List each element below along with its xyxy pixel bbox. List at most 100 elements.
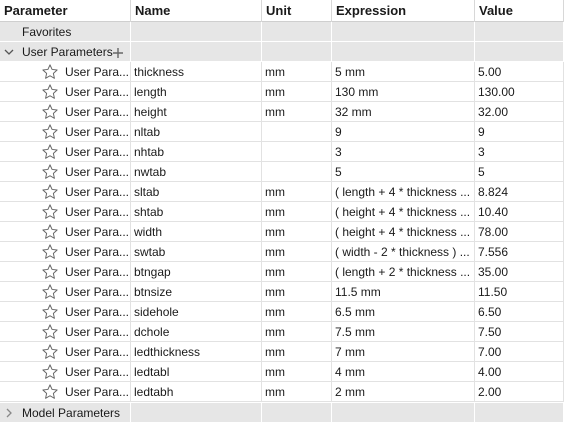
column-header-expression[interactable]: Expression [332, 0, 475, 22]
table-row[interactable]: User Para... length mm 130 mm 130.00 [0, 82, 564, 102]
table-header: Parameter Name Unit Expression Value [0, 0, 564, 22]
parameter-name[interactable]: btngap [131, 262, 262, 282]
parameter-unit[interactable]: mm [262, 362, 332, 382]
parameter-expression[interactable]: 3 [332, 142, 475, 162]
table-row[interactable]: User Para... nhtab 3 3 [0, 142, 564, 162]
parameter-expression[interactable]: 7 mm [332, 342, 475, 362]
table-row[interactable]: User Para... sidehole mm 6.5 mm 6.50 [0, 302, 564, 322]
parameter-unit[interactable]: mm [262, 182, 332, 202]
parameter-expression[interactable]: ( width - 2 * thickness ) ... [332, 242, 475, 262]
star-outline-icon[interactable] [41, 203, 59, 221]
column-header-parameter[interactable]: Parameter [0, 0, 131, 22]
table-row[interactable]: User Para... ledthickness mm 7 mm 7.00 [0, 342, 564, 362]
parameter-unit[interactable]: mm [262, 102, 332, 122]
parameter-unit[interactable] [262, 122, 332, 142]
star-outline-icon[interactable] [41, 83, 59, 101]
parameter-expression[interactable]: ( length + 2 * thickness ... [332, 262, 475, 282]
parameter-expression[interactable]: 2 mm [332, 382, 475, 402]
parameter-name[interactable]: width [131, 222, 262, 242]
model-parameters-label: Model Parameters [22, 406, 121, 420]
plus-icon[interactable] [112, 45, 124, 62]
star-outline-icon[interactable] [41, 63, 59, 81]
parameter-unit[interactable]: mm [262, 282, 332, 302]
parameter-expression[interactable]: 5 [332, 162, 475, 182]
table-row[interactable]: User Para... swtab mm( width - 2 * thickne… [0, 242, 564, 262]
parameter-type: User Para... [65, 385, 130, 399]
table-row[interactable]: User Para... nwtab 5 5 [0, 162, 564, 182]
table-row[interactable]: User Para... width mm( height + 4 * thickn… [0, 222, 564, 242]
favorites-group-row[interactable]: Favorites [0, 22, 564, 42]
star-outline-icon[interactable] [41, 283, 59, 301]
parameter-unit[interactable]: mm [262, 82, 332, 102]
parameter-name[interactable]: height [131, 102, 262, 122]
parameter-unit[interactable] [262, 142, 332, 162]
parameter-expression[interactable]: 4 mm [332, 362, 475, 382]
parameter-expression[interactable]: 32 mm [332, 102, 475, 122]
parameter-name[interactable]: nhtab [131, 142, 262, 162]
parameter-unit[interactable]: mm [262, 302, 332, 322]
parameter-expression[interactable]: 7.5 mm [332, 322, 475, 342]
parameter-value: 5 [475, 162, 564, 182]
column-header-value[interactable]: Value [475, 0, 564, 22]
star-outline-icon[interactable] [41, 323, 59, 341]
parameter-unit[interactable]: mm [262, 242, 332, 262]
parameter-name[interactable]: btnsize [131, 282, 262, 302]
parameter-unit[interactable]: mm [262, 322, 332, 342]
parameter-expression[interactable]: 6.5 mm [332, 302, 475, 322]
star-outline-icon[interactable] [41, 363, 59, 381]
parameter-name[interactable]: sltab [131, 182, 262, 202]
star-outline-icon[interactable] [41, 303, 59, 321]
parameter-unit[interactable]: mm [262, 342, 332, 362]
parameter-expression[interactable]: 9 [332, 122, 475, 142]
star-outline-icon[interactable] [41, 163, 59, 181]
column-header-name[interactable]: Name [131, 0, 262, 22]
star-outline-icon[interactable] [41, 383, 59, 401]
table-row[interactable]: User Para... nltab 9 9 [0, 122, 564, 142]
parameter-unit[interactable]: mm [262, 382, 332, 402]
star-outline-icon[interactable] [41, 103, 59, 121]
table-row[interactable]: User Para... height mm 32 mm 32.00 [0, 102, 564, 122]
parameter-expression[interactable]: 130 mm [332, 82, 475, 102]
table-row[interactable]: User Para... shtab mm( height + 4 * thickn… [0, 202, 564, 222]
star-outline-icon[interactable] [41, 263, 59, 281]
parameter-unit[interactable]: mm [262, 62, 332, 82]
table-row[interactable]: User Para... dchole mm 7.5 mm 7.50 [0, 322, 564, 342]
table-row[interactable]: User Para... btngap mm( length + 2 * thick… [0, 262, 564, 282]
parameter-unit[interactable] [262, 162, 332, 182]
parameter-unit[interactable]: mm [262, 202, 332, 222]
table-row[interactable]: User Para... sltab mm( length + 4 * thickn… [0, 182, 564, 202]
model-parameters-group-row[interactable]: Model Parameters [0, 403, 564, 423]
parameter-name[interactable]: shtab [131, 202, 262, 222]
parameter-name[interactable]: swtab [131, 242, 262, 262]
star-outline-icon[interactable] [41, 343, 59, 361]
parameter-expression[interactable]: 11.5 mm [332, 282, 475, 302]
parameter-name[interactable]: sidehole [131, 302, 262, 322]
user-parameters-group-row[interactable]: User Parameters [0, 42, 564, 62]
parameter-name[interactable]: length [131, 82, 262, 102]
parameter-expression[interactable]: ( height + 4 * thickness ... [332, 202, 475, 222]
table-row[interactable]: User Para... ledtabh mm 2 mm 2.00 [0, 382, 564, 402]
parameter-unit[interactable]: mm [262, 222, 332, 242]
table-row[interactable]: User Para... btnsize mm 11.5 mm 11.50 [0, 282, 564, 302]
star-outline-icon[interactable] [41, 123, 59, 141]
parameter-expression[interactable]: ( length + 4 * thickness ... [332, 182, 475, 202]
parameter-name[interactable]: dchole [131, 322, 262, 342]
parameter-expression[interactable]: ( height + 4 * thickness ... [332, 222, 475, 242]
star-outline-icon[interactable] [41, 243, 59, 261]
parameter-name[interactable]: ledtabh [131, 382, 262, 402]
parameter-expression[interactable]: 5 mm [332, 62, 475, 82]
chevron-right-icon[interactable] [3, 403, 15, 423]
star-outline-icon[interactable] [41, 223, 59, 241]
parameter-name[interactable]: ledtabl [131, 362, 262, 382]
column-header-unit[interactable]: Unit [262, 0, 332, 22]
chevron-down-icon[interactable] [3, 42, 15, 62]
parameter-name[interactable]: thickness [131, 62, 262, 82]
parameter-name[interactable]: nltab [131, 122, 262, 142]
parameter-name[interactable]: ledthickness [131, 342, 262, 362]
parameter-unit[interactable]: mm [262, 262, 332, 282]
star-outline-icon[interactable] [41, 183, 59, 201]
table-row[interactable]: User Para... ledtabl mm 4 mm 4.00 [0, 362, 564, 382]
table-row[interactable]: User Para... thickness mm 5 mm 5.00 [0, 62, 564, 82]
star-outline-icon[interactable] [41, 143, 59, 161]
parameter-name[interactable]: nwtab [131, 162, 262, 182]
